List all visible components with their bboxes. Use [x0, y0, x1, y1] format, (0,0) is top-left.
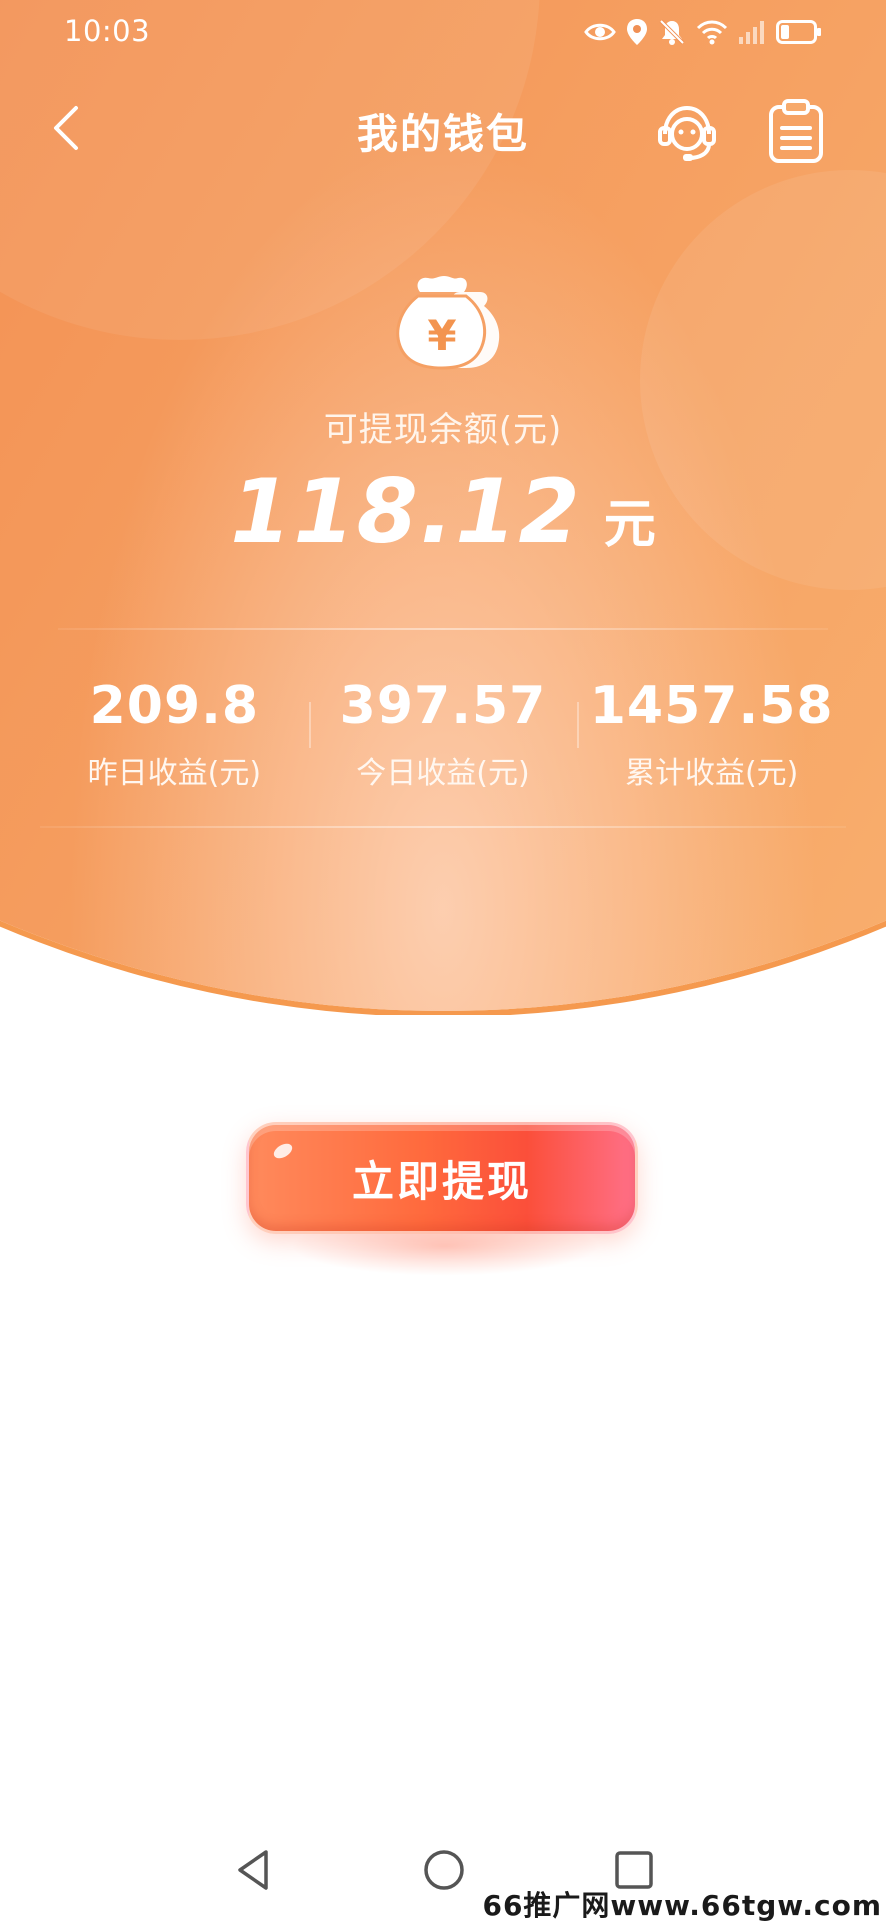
button-gloss [271, 1140, 295, 1162]
wifi-icon [696, 20, 728, 45]
battery-icon [776, 20, 821, 44]
stat-total: 1457.58 累计收益(元) [577, 670, 846, 792]
records-button[interactable] [766, 98, 826, 164]
status-time: 10:03 [64, 14, 151, 48]
location-icon [627, 19, 647, 45]
circle-home-icon[interactable] [420, 1846, 468, 1894]
signal-icon [739, 21, 764, 44]
eye-icon [584, 23, 616, 41]
balance-unit: 元 [603, 495, 656, 555]
stat-label: 累计收益(元) [624, 756, 799, 791]
earnings-stats: 209.8 昨日收益(元) 397.57 今日收益(元) 1457.58 累计收… [40, 670, 846, 792]
wallet-header: 10:03 我的钱包 ¥ 可提现余额(元) 118.12 元 209.8 昨日收… [0, 0, 886, 1015]
triangle-back-icon[interactable] [230, 1846, 278, 1894]
bell-mute-icon [659, 19, 685, 45]
status-bar: 10:03 [0, 0, 886, 62]
svg-text:¥: ¥ [427, 311, 456, 360]
divider [58, 628, 828, 630]
clipboard-icon [769, 99, 823, 163]
stat-value: 1457.58 [589, 676, 834, 736]
customer-service-button[interactable] [655, 100, 719, 164]
watermark-text: 66推广网www.66tgw.com [482, 1889, 882, 1922]
page-title: 我的钱包 [357, 110, 529, 158]
balance-display: 118.12 元 [0, 460, 886, 563]
divider [40, 826, 846, 828]
withdraw-button-label: 立即提现 [351, 1156, 532, 1206]
stat-label: 昨日收益(元) [87, 756, 262, 791]
stat-label: 今日收益(元) [356, 756, 530, 791]
stat-yesterday: 209.8 昨日收益(元) [40, 670, 309, 792]
balance-amount: 118.12 [230, 460, 582, 563]
stat-today: 397.57 今日收益(元) [308, 670, 578, 792]
status-icons [584, 16, 822, 48]
withdraw-button[interactable]: 立即提现 [246, 1122, 638, 1234]
balance-label: 可提现余额(元) [323, 410, 563, 450]
customer-service-icon [658, 105, 716, 161]
money-bag-icon: ¥ [396, 276, 500, 370]
stat-value: 209.8 [89, 676, 260, 736]
stat-value: 397.57 [339, 676, 547, 736]
